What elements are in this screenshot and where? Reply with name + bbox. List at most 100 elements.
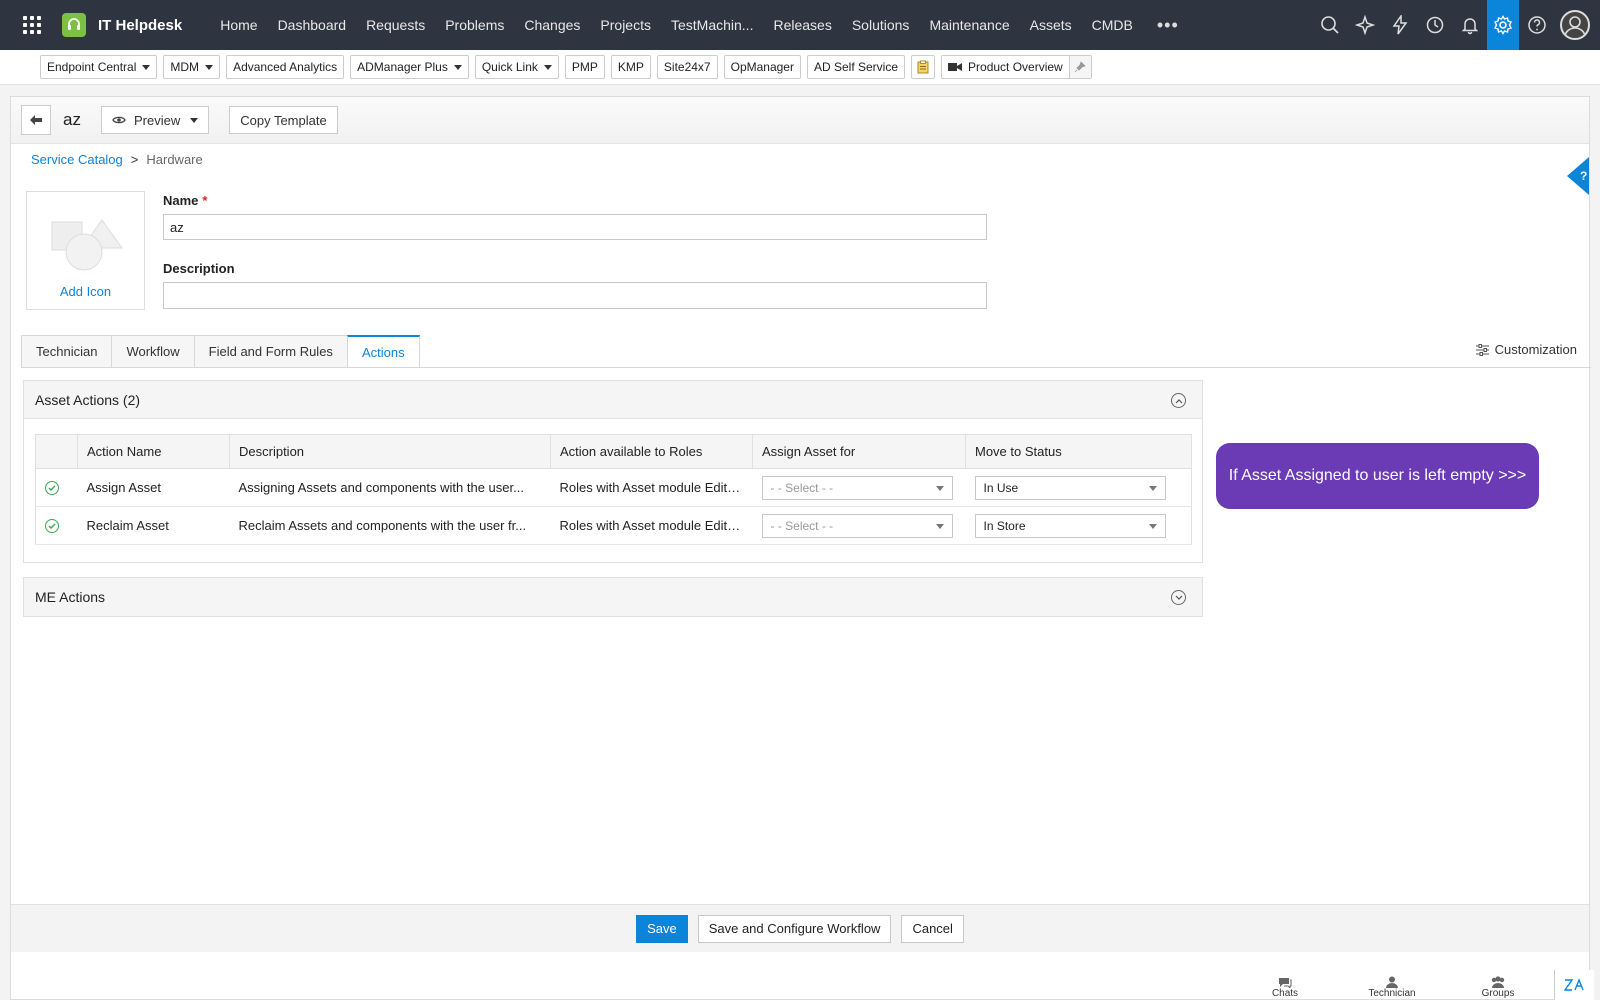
description-input[interactable] (163, 282, 987, 309)
description-cell: Assigning Assets and components with the… (229, 468, 551, 507)
ad-self-service-link[interactable]: AD Self Service (806, 55, 906, 79)
arrow-left-icon (30, 115, 42, 125)
admanager-dropdown[interactable]: ADManager Plus (350, 55, 469, 79)
search-icon[interactable] (1312, 0, 1347, 50)
breadcrumb-current: Hardware (146, 152, 203, 167)
save-and-configure-workflow-button[interactable]: Save and Configure Workflow (697, 914, 892, 943)
check-circle-icon[interactable] (45, 480, 59, 495)
product-overview-button[interactable]: Product Overview (941, 55, 1092, 79)
flash-icon[interactable] (1382, 0, 1417, 50)
nav-releases[interactable]: Releases (763, 17, 841, 33)
me-actions-title: ME Actions (35, 589, 106, 605)
chat-bubble-icon (1279, 978, 1292, 988)
table-row: Reclaim Asset Reclaim Assets and compone… (35, 506, 1192, 545)
table-row: Assign Asset Assigning Assets and compon… (35, 468, 1192, 507)
help-icon[interactable] (1519, 0, 1554, 50)
preview-dropdown[interactable]: Preview (100, 106, 210, 134)
bottom-chat-bar: Chats Technician Groups (0, 970, 1600, 1000)
technician-chat-button[interactable]: Technician (1362, 970, 1422, 1000)
user-avatar[interactable] (1558, 0, 1592, 50)
nav-maintenance[interactable]: Maintenance (919, 17, 1019, 33)
tab-actions[interactable]: Actions (346, 335, 420, 368)
apps-grid-icon[interactable] (0, 0, 64, 50)
app-title: IT Helpdesk (98, 16, 183, 34)
copy-template-button[interactable]: Copy Template (229, 106, 338, 134)
pmp-link[interactable]: PMP (564, 55, 605, 79)
roles-cell: Roles with Asset module Edit P... (550, 506, 753, 545)
assign-for-cell: - - Select - - (752, 506, 966, 545)
zia-icon[interactable] (1347, 0, 1382, 50)
template-editor-panel: az Preview Copy Template Service Catalog… (10, 96, 1591, 1000)
customization-link[interactable]: Customization (1475, 342, 1577, 357)
required-marker: * (202, 193, 208, 208)
video-camera-icon (948, 63, 963, 71)
tabs-divider (21, 367, 1591, 368)
nav-cmdb[interactable]: CMDB (1082, 17, 1143, 33)
caret-down-icon (142, 64, 151, 70)
help-tab-icon[interactable]: ? (1567, 157, 1589, 195)
tab-technician[interactable]: Technician (21, 335, 112, 368)
caret-down-icon (935, 523, 944, 529)
nav-projects[interactable]: Projects (590, 17, 661, 33)
chats-button[interactable]: Chats (1255, 970, 1315, 1000)
column-description: Description (229, 434, 551, 469)
advanced-analytics-link[interactable]: Advanced Analytics (226, 55, 345, 79)
nav-problems[interactable]: Problems (435, 17, 514, 33)
column-roles: Action available to Roles (550, 434, 753, 469)
nav-dashboard[interactable]: Dashboard (268, 17, 357, 33)
endpoint-central-dropdown[interactable]: Endpoint Central (40, 55, 158, 79)
zia-chat-icon[interactable] (1554, 970, 1594, 1000)
nav-changes[interactable]: Changes (514, 17, 590, 33)
site24x7-link[interactable]: Site24x7 (656, 55, 718, 79)
nav-more-icon[interactable]: ••• (1143, 15, 1193, 36)
me-actions-header[interactable]: ME Actions (24, 578, 1202, 616)
breadcrumb: Service Catalog > Hardware (31, 152, 203, 167)
nav-requests[interactable]: Requests (356, 17, 435, 33)
tab-workflow[interactable]: Workflow (111, 335, 194, 368)
back-button[interactable] (21, 105, 51, 135)
mdm-dropdown[interactable]: MDM (163, 55, 221, 79)
history-icon[interactable] (1417, 0, 1452, 50)
settings-icon[interactable] (1487, 0, 1519, 50)
nav-assets[interactable]: Assets (1020, 17, 1082, 33)
template-icon-box[interactable]: Add Icon (26, 191, 145, 310)
chevron-up-icon[interactable] (1171, 393, 1186, 408)
column-assign-for: Assign Asset for (752, 434, 966, 469)
move-to-status-select[interactable]: In Use (974, 475, 1166, 500)
quick-links-bar: Endpoint Central MDM Advanced Analytics … (0, 50, 1600, 85)
caret-down-icon (190, 117, 199, 123)
nav-right-icons (1312, 0, 1600, 50)
caret-down-icon (935, 485, 944, 491)
assign-asset-for-select[interactable]: - - Select - - (761, 475, 953, 500)
nav-home[interactable]: Home (210, 17, 267, 33)
tab-field-and-form-rules[interactable]: Field and Form Rules (193, 335, 347, 368)
move-to-status-select[interactable]: In Store (974, 513, 1166, 538)
column-action-name: Action Name (77, 434, 230, 469)
roles-cell: Roles with Asset module Edit P... (550, 468, 753, 507)
pin-icon[interactable] (1068, 56, 1091, 78)
helpdesk-logo-icon (62, 13, 86, 37)
name-input[interactable]: az (163, 214, 987, 240)
add-icon-link[interactable]: Add Icon (60, 284, 111, 299)
cancel-button[interactable]: Cancel (901, 914, 964, 943)
quick-link-dropdown[interactable]: Quick Link (474, 55, 559, 79)
asset-actions-title: Asset Actions (2) (35, 391, 141, 408)
description-label: Description (163, 261, 235, 276)
select-column-header (35, 434, 78, 469)
opmanager-link[interactable]: OpManager (723, 55, 801, 79)
bell-icon[interactable] (1452, 0, 1487, 50)
asset-actions-header[interactable]: Asset Actions (2) (24, 381, 1202, 419)
save-button[interactable]: Save (636, 914, 688, 943)
check-circle-icon[interactable] (45, 518, 59, 533)
caret-down-icon (205, 64, 214, 70)
me-actions-section: ME Actions (23, 577, 1203, 617)
clipboard-icon[interactable] (911, 55, 936, 79)
kmp-link[interactable]: KMP (610, 55, 651, 79)
image-placeholder-icon (51, 219, 123, 271)
nav-solutions[interactable]: Solutions (842, 17, 920, 33)
groups-button[interactable]: Groups (1468, 970, 1528, 1000)
nav-testmachine[interactable]: TestMachin... (661, 17, 763, 33)
assign-asset-for-select[interactable]: - - Select - - (761, 513, 953, 538)
breadcrumb-service-catalog[interactable]: Service Catalog (31, 152, 123, 167)
chevron-down-icon[interactable] (1171, 590, 1186, 605)
